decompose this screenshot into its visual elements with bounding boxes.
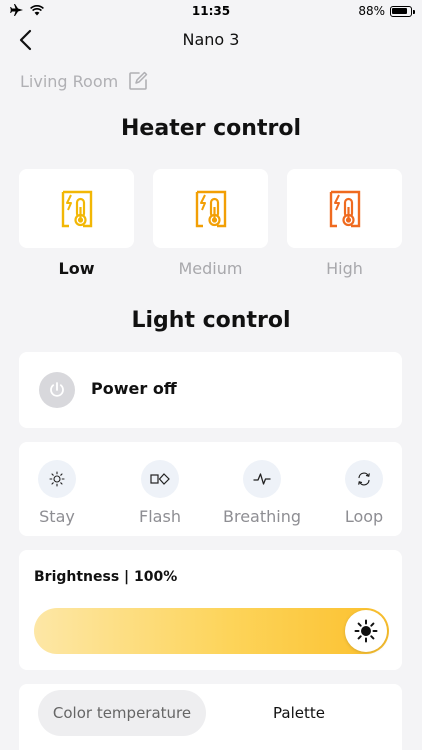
light-section-title: Light control xyxy=(131,308,291,333)
tab-color-temperature[interactable]: Color temperature xyxy=(38,690,206,736)
power-card: Power off xyxy=(19,352,402,428)
heater-high-icon xyxy=(329,190,360,227)
battery-percent: 88% xyxy=(358,4,385,18)
room-row[interactable]: Living Room xyxy=(20,71,148,91)
edit-icon[interactable] xyxy=(128,71,148,91)
mode-loop[interactable]: Loop xyxy=(319,460,409,526)
mode-flash[interactable]: Flash xyxy=(115,460,205,526)
nav-bar: Nano 3 xyxy=(0,26,422,54)
power-label: Power off xyxy=(91,379,177,398)
mode-loop-label: Loop xyxy=(344,507,384,526)
sun-small-icon xyxy=(49,471,65,487)
heater-medium-icon xyxy=(195,190,226,227)
loop-icon xyxy=(358,472,370,486)
heater-level-high-card[interactable] xyxy=(287,169,402,248)
brightness-label: Brightness | 100% xyxy=(34,569,178,585)
heater-level-high-label[interactable]: High xyxy=(287,259,402,278)
heater-low-icon xyxy=(61,190,92,227)
flash-mode-icon xyxy=(150,473,170,485)
power-button[interactable] xyxy=(39,372,75,408)
mode-stay-label: Stay xyxy=(39,507,75,526)
brightness-card: Brightness | 100% xyxy=(19,550,402,670)
color-tabs-card: Color temperature Palette xyxy=(19,684,402,750)
status-right: 88% xyxy=(358,4,415,18)
power-icon xyxy=(50,382,64,397)
heater-section-title: Heater control xyxy=(121,116,301,141)
battery-icon xyxy=(390,5,415,17)
tab-palette[interactable]: Palette xyxy=(219,690,379,736)
brightness-slider-handle[interactable] xyxy=(345,610,387,652)
sun-icon xyxy=(354,619,378,643)
mode-flash-label: Flash xyxy=(139,507,181,526)
pulse-icon xyxy=(253,473,271,485)
status-bar: 11:35 88% xyxy=(0,0,422,24)
heater-level-medium-card[interactable] xyxy=(153,169,268,248)
brightness-slider[interactable] xyxy=(34,608,389,654)
mode-breathing[interactable]: Breathing xyxy=(217,460,307,526)
heater-level-medium-label[interactable]: Medium xyxy=(153,259,268,278)
mode-breathing-label: Breathing xyxy=(222,507,301,526)
heater-level-low-label[interactable]: Low xyxy=(19,259,134,278)
mode-stay[interactable]: Stay xyxy=(12,460,102,526)
page-title: Nano 3 xyxy=(182,30,240,49)
room-name: Living Room xyxy=(20,71,119,91)
heater-level-low-card[interactable] xyxy=(19,169,134,248)
light-mode-card: Stay Flash Breathing Loop xyxy=(19,442,402,536)
